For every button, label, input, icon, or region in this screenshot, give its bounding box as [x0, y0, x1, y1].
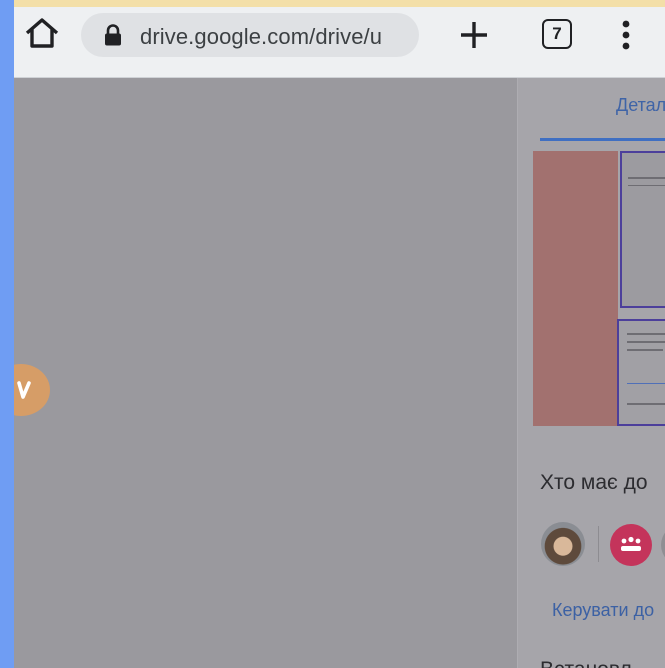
new-tab-button[interactable] [454, 15, 494, 55]
more-vert-icon [622, 20, 630, 50]
preview-line [627, 333, 665, 335]
plus-icon [461, 22, 487, 48]
details-side-panel: Детал Хто має до Керувати до Встановл [517, 78, 665, 668]
active-tab-indicator [540, 138, 665, 141]
domain-access-avatar[interactable] [610, 524, 652, 566]
group-icon [621, 536, 641, 551]
next-user-avatar[interactable] [661, 524, 665, 566]
tab-count-badge: 7 [542, 19, 572, 49]
preview-line [627, 349, 663, 351]
preview-input-line [627, 383, 665, 384]
preview-share-dialog [617, 319, 665, 426]
url-text: drive.google.com/drive/u [140, 24, 383, 49]
tab-switcher-button[interactable]: 7 [540, 17, 574, 51]
browser-toolbar: drive.google.com/drive/u 7 [14, 7, 665, 78]
tab-details[interactable]: Детал [616, 95, 665, 116]
dimmed-content-overlay[interactable] [0, 78, 517, 668]
next-section-heading: Встановл [540, 658, 632, 668]
home-button[interactable] [22, 13, 62, 53]
home-icon [25, 18, 59, 48]
file-preview-thumbnail[interactable] [533, 151, 665, 426]
preview-line [627, 341, 665, 343]
left-edge-rail [0, 0, 14, 668]
preview-line [628, 177, 665, 179]
overflow-menu-button[interactable] [614, 15, 638, 55]
preview-page-top [620, 151, 665, 308]
top-highlight-strip [0, 0, 665, 7]
manage-access-link[interactable]: Керувати до [552, 600, 654, 621]
preview-left-panel [533, 151, 618, 426]
avatar-divider [598, 526, 599, 562]
owner-avatar[interactable] [541, 522, 585, 566]
who-has-access-heading: Хто має до [540, 471, 648, 494]
preview-line [628, 185, 665, 186]
address-bar[interactable]: drive.google.com/drive/u [81, 13, 419, 57]
lock-icon [105, 24, 121, 46]
preview-line [627, 403, 665, 405]
